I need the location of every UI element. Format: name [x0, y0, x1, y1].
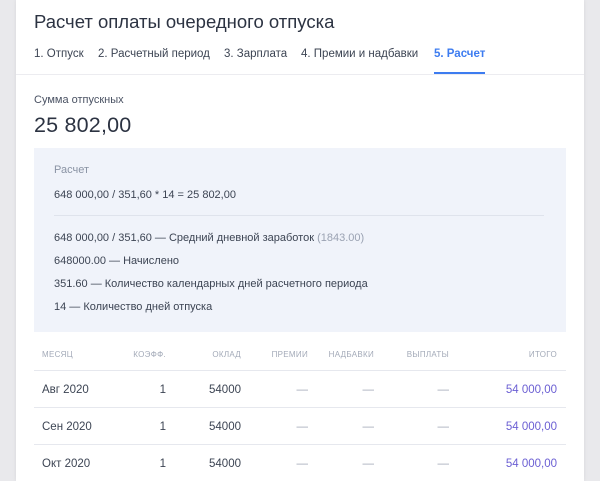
calculation-line-text: 648 000,00 / 351,60 — Средний дневной за…: [54, 232, 315, 244]
column-header-total: ИТОГО: [528, 350, 557, 359]
calculation-formula: 648 000,00 / 351,60 * 14 = 25 802,00: [54, 189, 236, 201]
calculation-line-vacation-days: 14 — Количество дней отпуска: [54, 301, 213, 313]
cell-coef: 1: [159, 421, 166, 433]
cell-allowance: —: [362, 458, 375, 470]
table-header: МЕСЯЦ КОЭФФ. ОКЛАД ПРЕМИИ НАДБАВКИ ВЫПЛА…: [16, 350, 584, 370]
column-header-payouts: ВЫПЛАТЫ: [406, 350, 449, 359]
cell-bonus: —: [296, 384, 309, 396]
cell-salary: 54000: [209, 384, 241, 396]
calculation-divider: [54, 215, 544, 216]
cell-allowance: —: [362, 421, 375, 433]
calculation-title: Расчет: [54, 164, 89, 176]
table-row: Авг 2020 1 54000 — — — 54 000,00: [34, 370, 566, 408]
cell-month: Сен 2020: [42, 421, 92, 433]
card-header: Расчет оплаты очередного отпуска 1. Отпу…: [16, 0, 584, 76]
tab-vacation[interactable]: 1. Отпуск: [34, 48, 84, 74]
calculation-line-accrued: 648000.00 — Начислено: [54, 255, 180, 267]
cell-month: Авг 2020: [42, 384, 89, 396]
vacation-sum-label: Сумма отпускных: [34, 94, 124, 106]
table-row: Сен 2020 1 54000 — — — 54 000,00: [34, 407, 566, 445]
cell-payouts: —: [437, 421, 450, 433]
tab-bonuses-allowances[interactable]: 4. Премии и надбавки: [301, 48, 418, 74]
tab-salary[interactable]: 3. Зарплата: [224, 48, 287, 74]
vacation-pay-card: Расчет оплаты очередного отпуска 1. Отпу…: [16, 0, 584, 481]
cell-month: Окт 2020: [42, 458, 91, 470]
table-row: Окт 2020 1 54000 — — — 54 000,00: [34, 444, 566, 481]
column-header-allowance: НАДБАВКИ: [328, 350, 374, 359]
cell-total: 54 000,00: [505, 458, 557, 470]
calculation-panel: Расчет 648 000,00 / 351,60 * 14 = 25 802…: [34, 148, 566, 332]
cell-payouts: —: [437, 458, 450, 470]
tab-calculation[interactable]: 5. Расчет: [434, 48, 486, 74]
cell-salary: 54000: [209, 458, 241, 470]
column-header-month: МЕСЯЦ: [42, 350, 73, 359]
cell-total: 54 000,00: [505, 384, 557, 396]
header-divider: [16, 74, 584, 75]
column-header-salary: ОКЛАД: [212, 350, 241, 359]
cell-coef: 1: [159, 458, 166, 470]
cell-bonus: —: [296, 421, 309, 433]
cell-salary: 54000: [209, 421, 241, 433]
tab-calculation-period[interactable]: 2. Расчетный период: [98, 48, 210, 74]
cell-total: 54 000,00: [505, 421, 557, 433]
cell-allowance: —: [362, 384, 375, 396]
cell-bonus: —: [296, 458, 309, 470]
calculation-line-average-daily: 648 000,00 / 351,60 — Средний дневной за…: [54, 232, 364, 244]
vacation-sum-value: 25 802,00: [34, 113, 132, 137]
calculation-line-calendar-days: 351.60 — Количество календарных дней рас…: [54, 278, 368, 290]
column-header-bonus: ПРЕМИИ: [271, 350, 308, 359]
cell-payouts: —: [437, 384, 450, 396]
cell-coef: 1: [159, 384, 166, 396]
page-title: Расчет оплаты очередного отпуска: [34, 11, 335, 32]
column-header-coef: КОЭФФ.: [133, 350, 166, 359]
average-daily-value: (1843.00): [317, 232, 365, 244]
